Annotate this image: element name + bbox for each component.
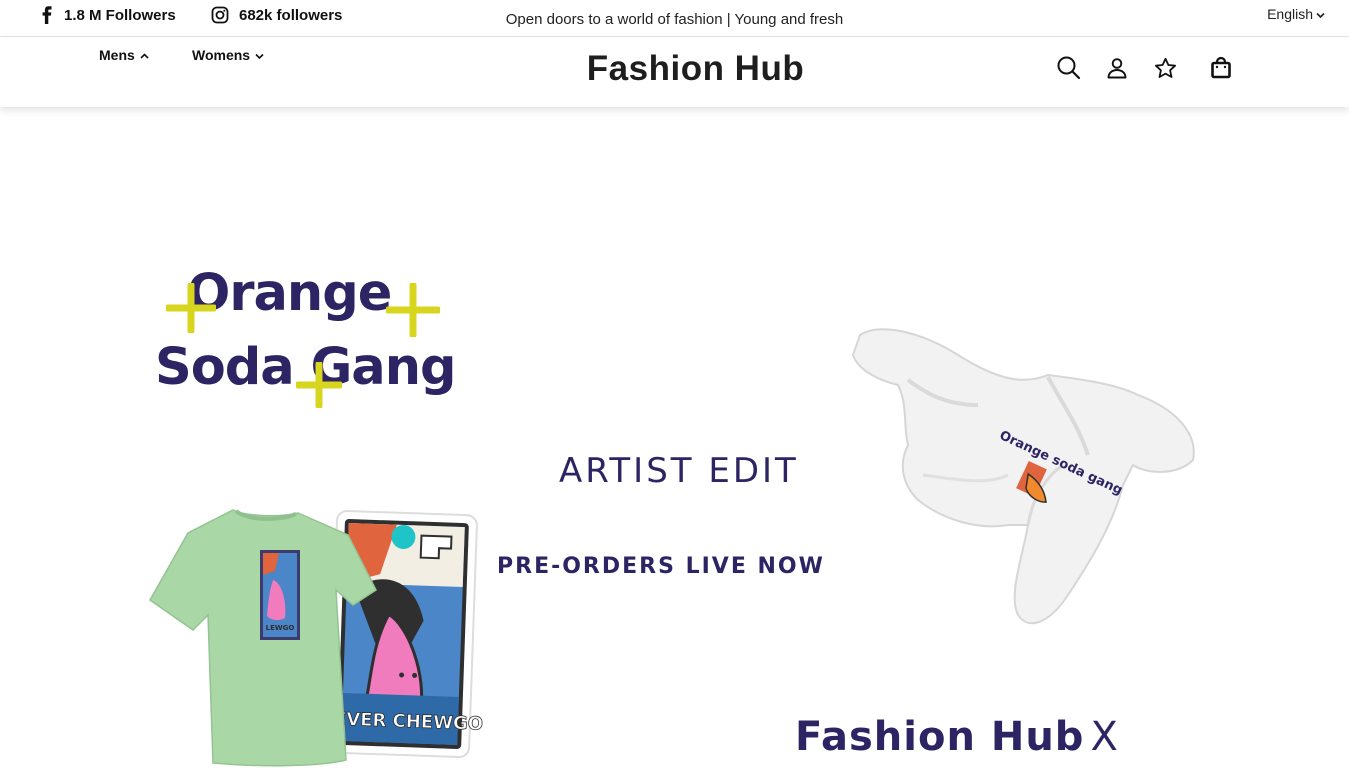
main-header: Mens Womens Fashion Hub	[0, 37, 1349, 107]
hero-banner[interactable]: Orange Soda Gang ARTIST EDIT PRE-ORDERS …	[0, 107, 1349, 768]
collab-brand: Fashion Hub	[795, 714, 1085, 760]
plus-decoration-icon	[296, 362, 342, 408]
announcement-text: Open doors to a world of fashion | Young…	[505, 11, 844, 28]
cart-button[interactable]	[1208, 56, 1234, 84]
collab-title: Fashion Hub X	[795, 714, 1119, 760]
language-label: English	[1267, 6, 1313, 22]
wishlist-button[interactable]	[1152, 57, 1178, 83]
account-button[interactable]	[1104, 57, 1130, 83]
plus-decoration-icon	[166, 283, 216, 333]
preorders-text[interactable]: PRE-ORDERS LIVE NOW	[497, 554, 825, 579]
tshirt-product-image[interactable]: NEVER CHEWGO LEWGO	[148, 505, 488, 768]
jacket-product-image[interactable]: Orange soda gang	[848, 325, 1203, 630]
user-icon	[1106, 57, 1128, 84]
brand-name: Fashion Hub	[586, 49, 805, 88]
artist-edit-heading: ARTIST EDIT	[559, 451, 799, 491]
top-bar: 1.8 M Followers 682k followers Open door…	[0, 0, 1349, 37]
search-button[interactable]	[1055, 55, 1081, 85]
site-logo[interactable]: Fashion Hub	[0, 49, 1349, 89]
collab-x: X	[1090, 714, 1119, 760]
shopping-bag-icon	[1210, 56, 1232, 84]
chevron-down-icon	[1316, 6, 1325, 22]
plus-decoration-icon	[386, 283, 440, 337]
language-selector[interactable]: English	[1267, 6, 1325, 22]
search-icon	[1056, 55, 1081, 85]
star-icon	[1154, 57, 1177, 84]
svg-text:LEWGO: LEWGO	[266, 624, 295, 632]
